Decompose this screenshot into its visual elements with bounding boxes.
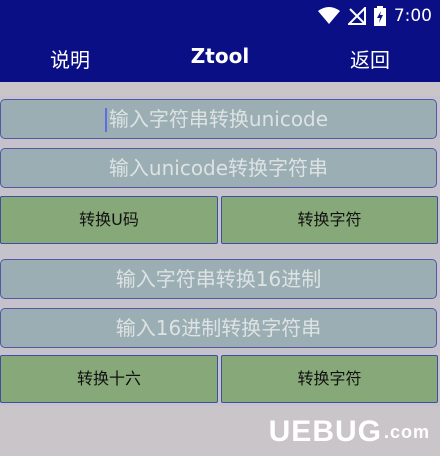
convert-string-button[interactable]: 转换字符 [221,196,438,244]
uebug-watermark: UEBUG .com [268,415,430,448]
status-icons: 7:00 [317,5,432,27]
hex-to-string-placeholder: 输入16进制转换字符串 [115,316,322,340]
app-toolbar: 说明 Ztool 返回 [0,32,440,82]
watermark-brand: UEBUG [268,415,382,448]
string-to-hex-input[interactable]: 输入字符串转换16进制 [0,259,437,299]
unicode-to-string-input[interactable]: 输入unicode转换字符串 [0,148,437,188]
wifi-icon [317,7,340,24]
convert-unicode-button[interactable]: 转换U码 [0,196,218,244]
convert-hex-string-button[interactable]: 转换字符 [221,355,438,403]
no-signal-icon [347,7,366,25]
status-bar: 7:00 [0,0,440,32]
string-to-unicode-input[interactable]: 输入字符串转换unicode [0,99,437,139]
back-button[interactable]: 返回 [350,44,390,73]
unicode-to-string-placeholder: 输入unicode转换字符串 [108,156,329,180]
status-time: 7:00 [393,6,432,26]
string-to-hex-placeholder: 输入字符串转换16进制 [115,267,322,291]
convert-hex-button[interactable]: 转换十六 [0,355,218,403]
text-cursor [105,108,107,132]
watermark-suffix: .com [383,421,430,442]
battery-icon [373,6,386,26]
hex-to-string-input[interactable]: 输入16进制转换字符串 [0,308,437,348]
string-to-unicode-placeholder: 输入字符串转换unicode [108,107,329,131]
main-content: 输入字符串转换unicode 输入unicode转换字符串 转换U码 转换字符 … [0,82,440,456]
